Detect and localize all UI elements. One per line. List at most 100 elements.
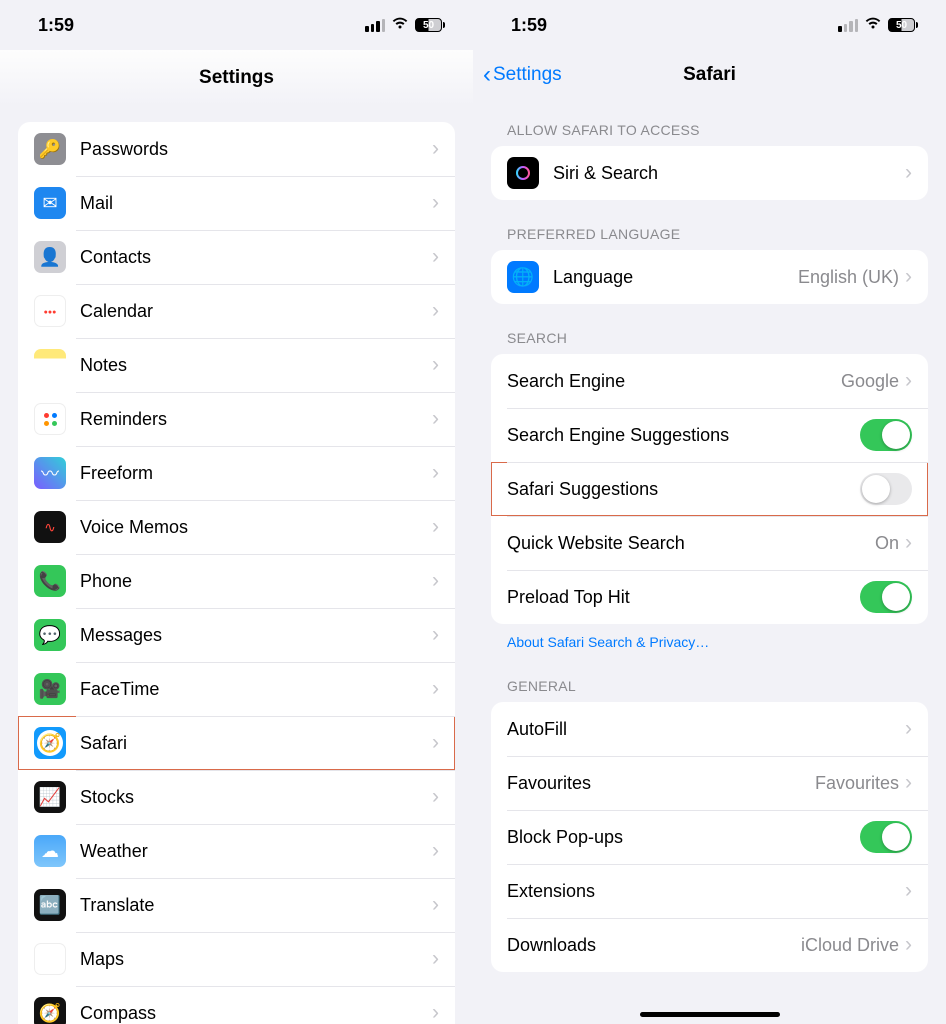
settings-row-contacts[interactable]: 👤Contacts›	[18, 230, 455, 284]
settings-row-facetime[interactable]: 🎥FaceTime›	[18, 662, 455, 716]
signal-icon	[838, 19, 858, 32]
safari-settings-content[interactable]: ALLOW SAFARI TO ACCESS Siri & Search› PR…	[473, 100, 946, 1024]
row-label: Calendar	[80, 301, 432, 322]
signal-icon	[365, 19, 385, 32]
row-label: Search Engine	[507, 371, 841, 392]
row-downloads[interactable]: DownloadsiCloud Drive›	[491, 918, 928, 972]
chevron-right-icon: ›	[432, 191, 439, 215]
status-right: 50	[365, 16, 445, 35]
row-label: Phone	[80, 571, 432, 592]
chevron-right-icon: ›	[432, 947, 439, 971]
chevron-right-icon: ›	[432, 785, 439, 809]
section-header-access: ALLOW SAFARI TO ACCESS	[507, 122, 926, 138]
row-label: Safari	[80, 733, 432, 754]
row-search-engine[interactable]: Search EngineGoogle›	[491, 354, 928, 408]
row-label: Passwords	[80, 139, 432, 160]
chevron-right-icon: ›	[432, 299, 439, 323]
settings-row-translate[interactable]: 🔤Translate›	[18, 878, 455, 932]
settings-row-freeform[interactable]: 〰Freeform›	[18, 446, 455, 500]
settings-row-calendar[interactable]: ●●● Calendar›	[18, 284, 455, 338]
row-favourites[interactable]: FavouritesFavourites ›	[491, 756, 928, 810]
settings-row-compass[interactable]: 🧭 Compass›	[18, 986, 455, 1024]
row-label: Compass	[80, 1003, 432, 1024]
toggle-switch[interactable]	[860, 821, 912, 853]
row-label: Stocks	[80, 787, 432, 808]
settings-row-phone[interactable]: 📞Phone›	[18, 554, 455, 608]
stocks-icon: 📈	[34, 781, 66, 813]
toggle-switch[interactable]	[860, 581, 912, 613]
chevron-right-icon: ›	[432, 1001, 439, 1024]
settings-row-weather[interactable]: ☁︎Weather›	[18, 824, 455, 878]
settings-row-voicememos[interactable]: ∿Voice Memos›	[18, 500, 455, 554]
home-indicator[interactable]	[640, 1012, 780, 1017]
row-value: Google	[841, 371, 899, 392]
row-search-engine-suggestions[interactable]: Search Engine Suggestions	[491, 408, 928, 462]
compass-icon: 🧭	[34, 997, 66, 1024]
section-header-language: PREFERRED LANGUAGE	[507, 226, 926, 242]
chevron-right-icon: ›	[905, 933, 912, 957]
row-block-pop-ups[interactable]: Block Pop-ups	[491, 810, 928, 864]
row-extensions[interactable]: Extensions›	[491, 864, 928, 918]
row-label: Safari Suggestions	[507, 479, 860, 500]
weather-icon: ☁︎	[34, 835, 66, 867]
settings-row-passwords[interactable]: 🔑Passwords›	[18, 122, 455, 176]
row-siri-search[interactable]: Siri & Search›	[491, 146, 928, 200]
settings-row-messages[interactable]: 💬Messages›	[18, 608, 455, 662]
battery-icon: 50	[888, 18, 918, 32]
chevron-right-icon: ›	[432, 137, 439, 161]
row-value: English (UK)	[798, 267, 899, 288]
chevron-right-icon: ›	[432, 407, 439, 431]
chevron-right-icon: ›	[905, 879, 912, 903]
chevron-right-icon: ›	[905, 161, 912, 185]
status-time: 1:59	[38, 15, 74, 36]
phone-icon: 📞	[34, 565, 66, 597]
chevron-right-icon: ›	[905, 717, 912, 741]
row-value: Favourites	[815, 773, 899, 794]
settings-main-screen: 1:59 50 Settings 🔑Passwords›✉︎Mail›👤Cont…	[0, 0, 473, 1024]
section-header-general: GENERAL	[507, 678, 926, 694]
settings-list[interactable]: 🔑Passwords›✉︎Mail›👤Contacts›●●●Calendar›…	[0, 106, 473, 1024]
chevron-right-icon: ›	[432, 731, 439, 755]
row-label: Favourites	[507, 773, 815, 794]
row-autofill[interactable]: AutoFill›	[491, 702, 928, 756]
row-label: Messages	[80, 625, 432, 646]
toggle-switch[interactable]	[860, 473, 912, 505]
row-value: On	[875, 533, 899, 554]
maps-icon: 🗺	[34, 943, 66, 975]
row-safari-suggestions[interactable]: Safari Suggestions	[491, 462, 928, 516]
row-label: Mail	[80, 193, 432, 214]
chevron-right-icon: ›	[432, 893, 439, 917]
back-button[interactable]: ‹ Settings	[483, 63, 562, 87]
settings-row-safari[interactable]: 🧭Safari›	[18, 716, 455, 770]
contacts-icon: 👤	[34, 241, 66, 273]
row-language[interactable]: 🌐LanguageEnglish (UK)›	[491, 250, 928, 304]
chevron-right-icon: ›	[905, 531, 912, 555]
row-label: Contacts	[80, 247, 432, 268]
settings-row-mail[interactable]: ✉︎Mail›	[18, 176, 455, 230]
page-title: Safari	[683, 64, 736, 86]
back-label: Settings	[493, 64, 562, 86]
chevron-right-icon: ›	[905, 265, 912, 289]
chevron-right-icon: ›	[905, 771, 912, 795]
ft-icon: 🎥	[34, 673, 66, 705]
cal-icon: ●●●	[34, 295, 66, 327]
row-label: Freeform	[80, 463, 432, 484]
chevron-right-icon: ›	[432, 461, 439, 485]
nav-header: ‹ Settings Safari	[473, 50, 946, 100]
chevron-right-icon: ›	[432, 839, 439, 863]
status-bar: 1:59 50	[0, 0, 473, 50]
row-label: Maps	[80, 949, 432, 970]
row-label: Voice Memos	[80, 517, 432, 538]
toggle-switch[interactable]	[860, 419, 912, 451]
row-label: Preload Top Hit	[507, 587, 860, 608]
search-privacy-link[interactable]: About Safari Search & Privacy…	[507, 634, 709, 650]
row-label: Translate	[80, 895, 432, 916]
settings-row-maps[interactable]: 🗺 Maps›	[18, 932, 455, 986]
msg-icon: 💬	[34, 619, 66, 651]
row-quick-website-search[interactable]: Quick Website SearchOn›	[491, 516, 928, 570]
settings-row-stocks[interactable]: 📈 Stocks›	[18, 770, 455, 824]
status-time: 1:59	[511, 15, 547, 36]
settings-row-reminders[interactable]: Reminders›	[18, 392, 455, 446]
row-preload-top-hit[interactable]: Preload Top Hit	[491, 570, 928, 624]
settings-row-notes[interactable]: Notes›	[18, 338, 455, 392]
